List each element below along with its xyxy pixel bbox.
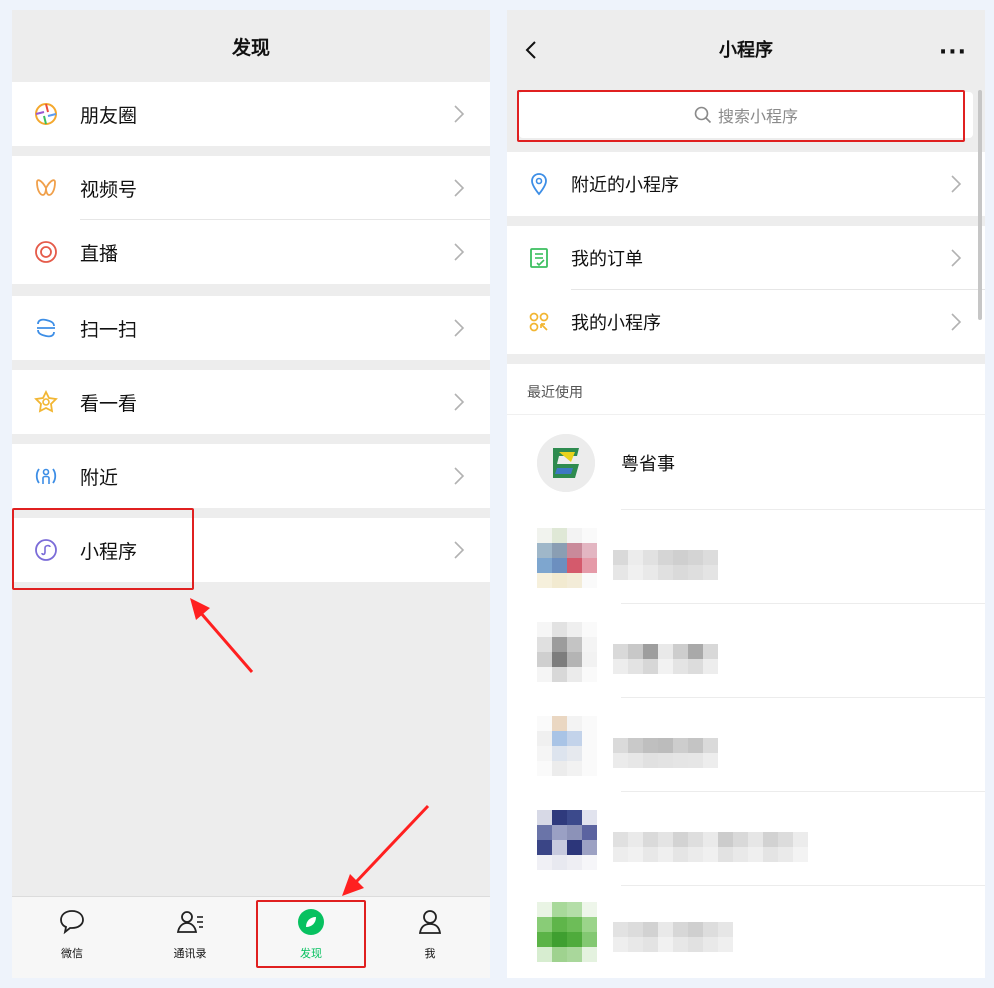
menu-item-label: 直播 [80,242,119,265]
menu-item-label: 附近 [80,466,119,489]
menu-item-nearby[interactable]: 附近 [12,444,490,508]
highlight-box-mini-programs [12,508,194,590]
menu-item-label: 我的小程序 [571,313,661,334]
blurred-app-icon [537,528,597,588]
chevron-right-icon [454,393,465,411]
blurred-app-name [613,644,718,674]
scrollbar[interactable] [978,90,982,320]
chevron-right-icon [951,249,962,267]
menu-item-label: 朋友圈 [80,104,138,127]
divider [507,414,985,415]
menu-item-label: 看一看 [80,392,138,415]
mini-programs-header: 小程序 ··· [507,10,985,90]
profile-icon [418,910,442,934]
recent-app-item[interactable]: 粤省事 [507,416,985,510]
yueshengshi-logo-icon [537,434,595,492]
channels-icon [34,176,58,200]
my-mini-programs-icon [529,312,549,332]
tab-label: 微信 [61,947,83,960]
tab-label: 通讯录 [173,947,207,960]
chevron-right-icon [951,313,962,331]
chevron-right-icon [454,319,465,337]
order-list-icon [530,248,548,268]
menu-item-label: 我的订单 [571,249,643,270]
section-title: 最近使用 [527,385,583,401]
chevron-right-icon [951,175,962,193]
page-title: 发现 [231,36,270,59]
scan-icon [34,316,58,340]
recently-used-section: 最近使用 粤省事 [507,364,985,978]
recent-app-item-blurred[interactable] [507,510,985,604]
mini-programs-screen: 小程序 ··· 搜索小程序 附近的小程序 我的订单 我的小程序 最近使用 粤省事 [507,10,985,978]
discover-header: 发现 [12,10,490,82]
menu-item-nearby-mini-programs[interactable]: 附近的小程序 [507,152,985,216]
tab-me[interactable]: 我 [390,907,470,969]
bottom-tab-bar: 微信 通讯录 发现 我 [12,896,490,978]
menu-item-my-orders[interactable]: 我的订单 [507,226,985,290]
location-pin-icon [531,173,547,196]
blurred-app-icon [537,716,597,776]
menu-item-my-mini-programs[interactable]: 我的小程序 [507,290,985,354]
blurred-app-name [613,922,733,952]
recent-app-item-blurred[interactable] [507,604,985,698]
menu-item-label: 视频号 [80,178,138,201]
live-icon [34,240,58,264]
menu-item-channels[interactable]: 视频号 [12,156,490,220]
recent-app-item-blurred[interactable] [507,886,985,978]
chevron-right-icon [454,243,465,261]
highlight-box-discover-tab [256,900,366,968]
chevron-right-icon [454,541,465,559]
chevron-right-icon [454,179,465,197]
recent-app-item-blurred[interactable] [507,792,985,886]
more-icon[interactable]: ··· [939,40,967,65]
contacts-icon [176,911,203,933]
blurred-app-name [613,550,718,580]
blurred-app-icon [537,810,597,870]
discover-screen: 发现 朋友圈 视频号 直播 扫一扫 看一看 附近 小程序 微信 通讯录 发现 我 [12,10,490,978]
blurred-app-name [613,738,718,768]
nearby-icon [34,464,58,488]
menu-item-label: 扫一扫 [80,318,138,341]
recent-app-item-blurred[interactable] [507,698,985,792]
tab-label: 我 [424,947,436,960]
page-title: 小程序 [719,40,773,61]
chevron-right-icon [454,467,465,485]
chevron-right-icon [454,105,465,123]
menu-item-moments[interactable]: 朋友圈 [12,82,490,146]
highlight-box-search [517,90,965,142]
tab-contacts[interactable]: 通讯录 [150,907,230,969]
blurred-app-icon [537,902,597,962]
menu-item-live[interactable]: 直播 [12,220,490,284]
menu-item-top-stories[interactable]: 看一看 [12,370,490,434]
moments-icon [34,102,58,126]
menu-item-scan[interactable]: 扫一扫 [12,296,490,360]
chat-bubble-icon [60,910,84,935]
blurred-app-name [613,832,808,862]
recent-app-name: 粤省事 [621,454,675,475]
menu-item-label: 附近的小程序 [571,175,679,196]
tab-chats[interactable]: 微信 [32,907,112,969]
top-stories-icon [34,390,58,414]
blurred-app-icon [537,622,597,682]
